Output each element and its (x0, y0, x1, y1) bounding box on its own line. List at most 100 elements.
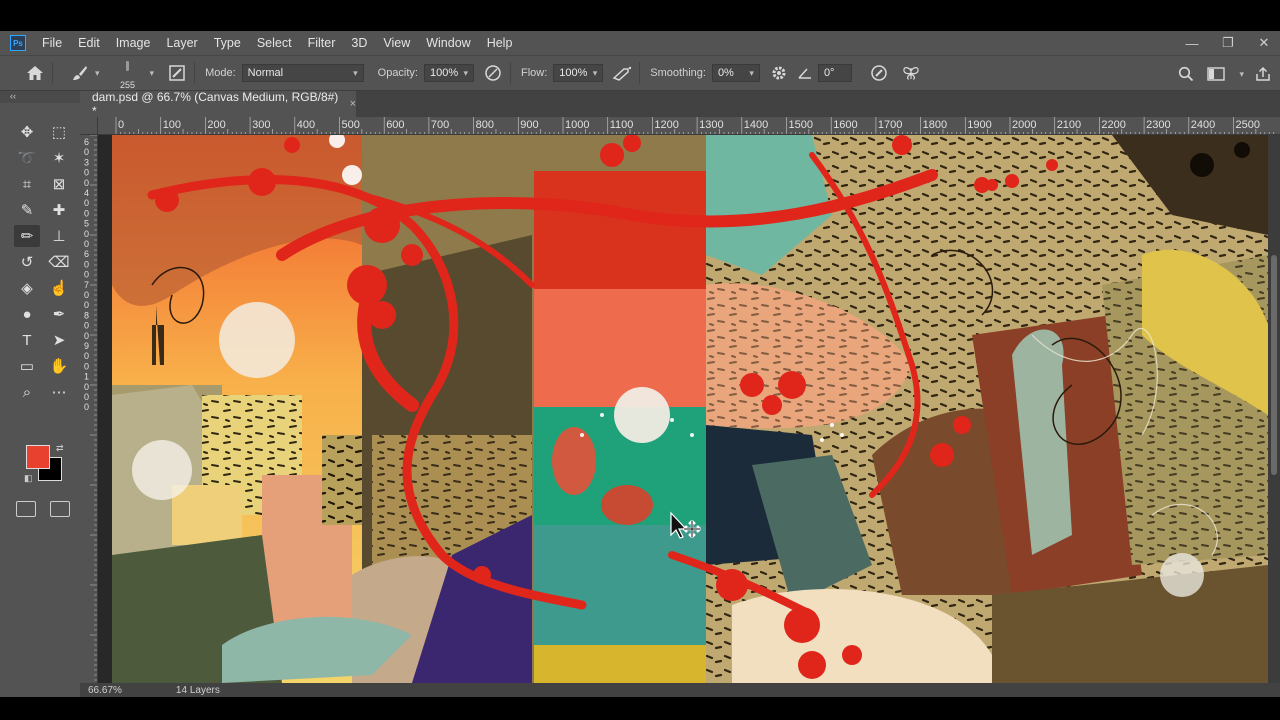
close-icon[interactable]: × (350, 98, 356, 110)
ruler-label: 0 (84, 208, 89, 218)
brush-angle-input[interactable]: 0° (817, 64, 852, 82)
chevron-down-icon[interactable]: ▾ (95, 68, 100, 79)
mode-select[interactable]: Normal ▾ (241, 64, 364, 82)
default-colors-icon[interactable]: ◧ (24, 473, 33, 484)
pressure-opacity-icon[interactable] (482, 62, 504, 84)
ruler-label: 1000 (565, 119, 589, 131)
menu-select[interactable]: Select (249, 31, 300, 55)
status-bar: 66.67% 14 Layers (80, 683, 1280, 697)
symmetry-butterfly-icon[interactable] (900, 62, 922, 84)
ruler-label: 0 (84, 178, 89, 188)
vertical-ruler[interactable]: 603004005006007008009001000 (80, 135, 98, 683)
clone-stamp-tool-icon[interactable]: ⊥ (46, 225, 72, 247)
type-tool-icon[interactable]: T (14, 329, 40, 351)
menu-view[interactable]: View (375, 31, 418, 55)
chevron-down-icon[interactable]: ▾ (150, 68, 155, 79)
menu-help[interactable]: Help (479, 31, 521, 55)
video-letterbox-bottom (0, 697, 1280, 720)
flow-input[interactable]: 100% ▾ (553, 64, 604, 82)
document-tab[interactable]: dam.psd @ 66.7% (Canvas Medium, RGB/8#) … (80, 90, 356, 118)
ruler-label: 1200 (654, 119, 678, 131)
panel-collapse-toggle[interactable]: ‹‹ (0, 91, 80, 103)
opacity-input[interactable]: 100% ▾ (424, 64, 474, 82)
chevron-down-icon[interactable]: ▾ (1239, 69, 1244, 80)
ruler-label: 7 (84, 280, 89, 290)
lasso-tool-icon[interactable]: ➰ (14, 147, 40, 169)
menu-filter[interactable]: Filter (300, 31, 344, 55)
smoothing-label: Smoothing: (650, 67, 706, 79)
separator (639, 62, 641, 84)
horizontal-ruler[interactable]: 0 100 200 300 400 500 600 700 800 900 1000 1100 1200… (98, 117, 1280, 135)
ruler-label: 800 (476, 119, 494, 131)
ruler-label: 1700 (878, 119, 902, 131)
paint-bucket-tool-icon[interactable]: ◈ (14, 277, 40, 299)
zoom-level[interactable]: 66.67% (88, 685, 122, 696)
eraser-tool-icon[interactable]: ⌫ (46, 251, 72, 273)
pressure-size-icon[interactable] (868, 62, 890, 84)
ruler-label: 1100 (610, 119, 634, 131)
menu-edit[interactable]: Edit (70, 31, 108, 55)
ruler-label: 700 (431, 119, 449, 131)
flow-value: 100% (559, 67, 588, 79)
pen-tool-icon[interactable]: ✒ (46, 303, 72, 325)
smoothing-input[interactable]: 0% ▾ (711, 64, 760, 82)
healing-brush-tool-icon[interactable]: ✚ (46, 199, 72, 221)
hand-tool-icon[interactable]: ✋ (46, 355, 72, 377)
rectangle-tool-icon[interactable]: ▭ (14, 355, 40, 377)
ruler-label: 1900 (967, 119, 991, 131)
more-tools-icon[interactable]: ⋯ (46, 381, 72, 403)
foreground-color-swatch[interactable] (26, 445, 50, 469)
brush-tool-preset-icon[interactable] (69, 62, 91, 84)
menu-type[interactable]: Type (206, 31, 249, 55)
menu-window[interactable]: Window (418, 31, 478, 55)
frame-tool-icon[interactable]: ⊠ (46, 173, 72, 195)
share-icon[interactable] (1252, 63, 1274, 85)
document-tab-title: dam.psd @ 66.7% (Canvas Medium, RGB/8#) … (92, 90, 339, 118)
opacity-value: 100% (430, 67, 459, 79)
smudge-tool-icon[interactable]: ☝ (46, 277, 72, 299)
chevron-down-icon: ▾ (463, 67, 468, 78)
move-tool-icon[interactable]: ✥ (14, 121, 40, 143)
path-selection-tool-icon[interactable]: ➤ (46, 329, 72, 351)
canvas-artwork[interactable] (112, 135, 1268, 683)
airbrush-icon[interactable] (611, 62, 633, 84)
gear-icon[interactable] (768, 62, 790, 84)
window-controls: — ❐ ✕ (1184, 31, 1272, 55)
vertical-scrollbar[interactable] (1268, 135, 1280, 683)
ruler-label: 1400 (744, 119, 768, 131)
brush-tool-icon[interactable]: ✏ (14, 225, 40, 247)
menu-image[interactable]: Image (108, 31, 159, 55)
vertical-scroll-thumb[interactable] (1271, 255, 1277, 475)
quick-mask-icon[interactable] (16, 501, 36, 517)
menu-3d[interactable]: 3D (343, 31, 375, 55)
opacity-label: Opacity: (377, 67, 418, 79)
ruler-label: 6 (84, 249, 89, 259)
brush-tip-icon (126, 61, 130, 71)
ruler-label: 900 (520, 119, 538, 131)
restore-button[interactable]: ❐ (1220, 35, 1236, 51)
swap-colors-icon[interactable]: ⇄ (56, 443, 64, 454)
ruler-label: 100 (163, 119, 181, 131)
brush-size-preview[interactable]: 255 (110, 56, 146, 90)
crop-tool-icon[interactable]: ⌗ (14, 173, 40, 195)
workspace-layout-icon[interactable] (1205, 63, 1227, 85)
magic-wand-tool-icon[interactable]: ✶ (46, 147, 72, 169)
brush-settings-icon[interactable] (166, 62, 188, 84)
ruler-label: 2300 (1146, 119, 1170, 131)
menu-layer[interactable]: Layer (158, 31, 205, 55)
menu-file[interactable]: File (34, 31, 70, 55)
search-icon[interactable] (1175, 63, 1197, 85)
ruler-label: 0 (84, 270, 89, 280)
home-icon[interactable] (24, 62, 46, 84)
screen-mode-icon[interactable] (50, 501, 70, 517)
dodge-tool-icon[interactable]: ● (14, 303, 40, 325)
minimize-button[interactable]: — (1184, 36, 1200, 51)
zoom-tool-icon[interactable]: ⌕ (14, 381, 40, 403)
ruler-label: 0 (84, 321, 89, 331)
close-window-button[interactable]: ✕ (1256, 35, 1272, 51)
marquee-tool-icon[interactable]: ⬚ (46, 121, 72, 143)
history-brush-tool-icon[interactable]: ↺ (14, 251, 40, 273)
eyedropper-tool-icon[interactable]: ✎ (14, 199, 40, 221)
ruler-label: 0 (84, 382, 89, 392)
ruler-origin[interactable] (80, 117, 98, 135)
